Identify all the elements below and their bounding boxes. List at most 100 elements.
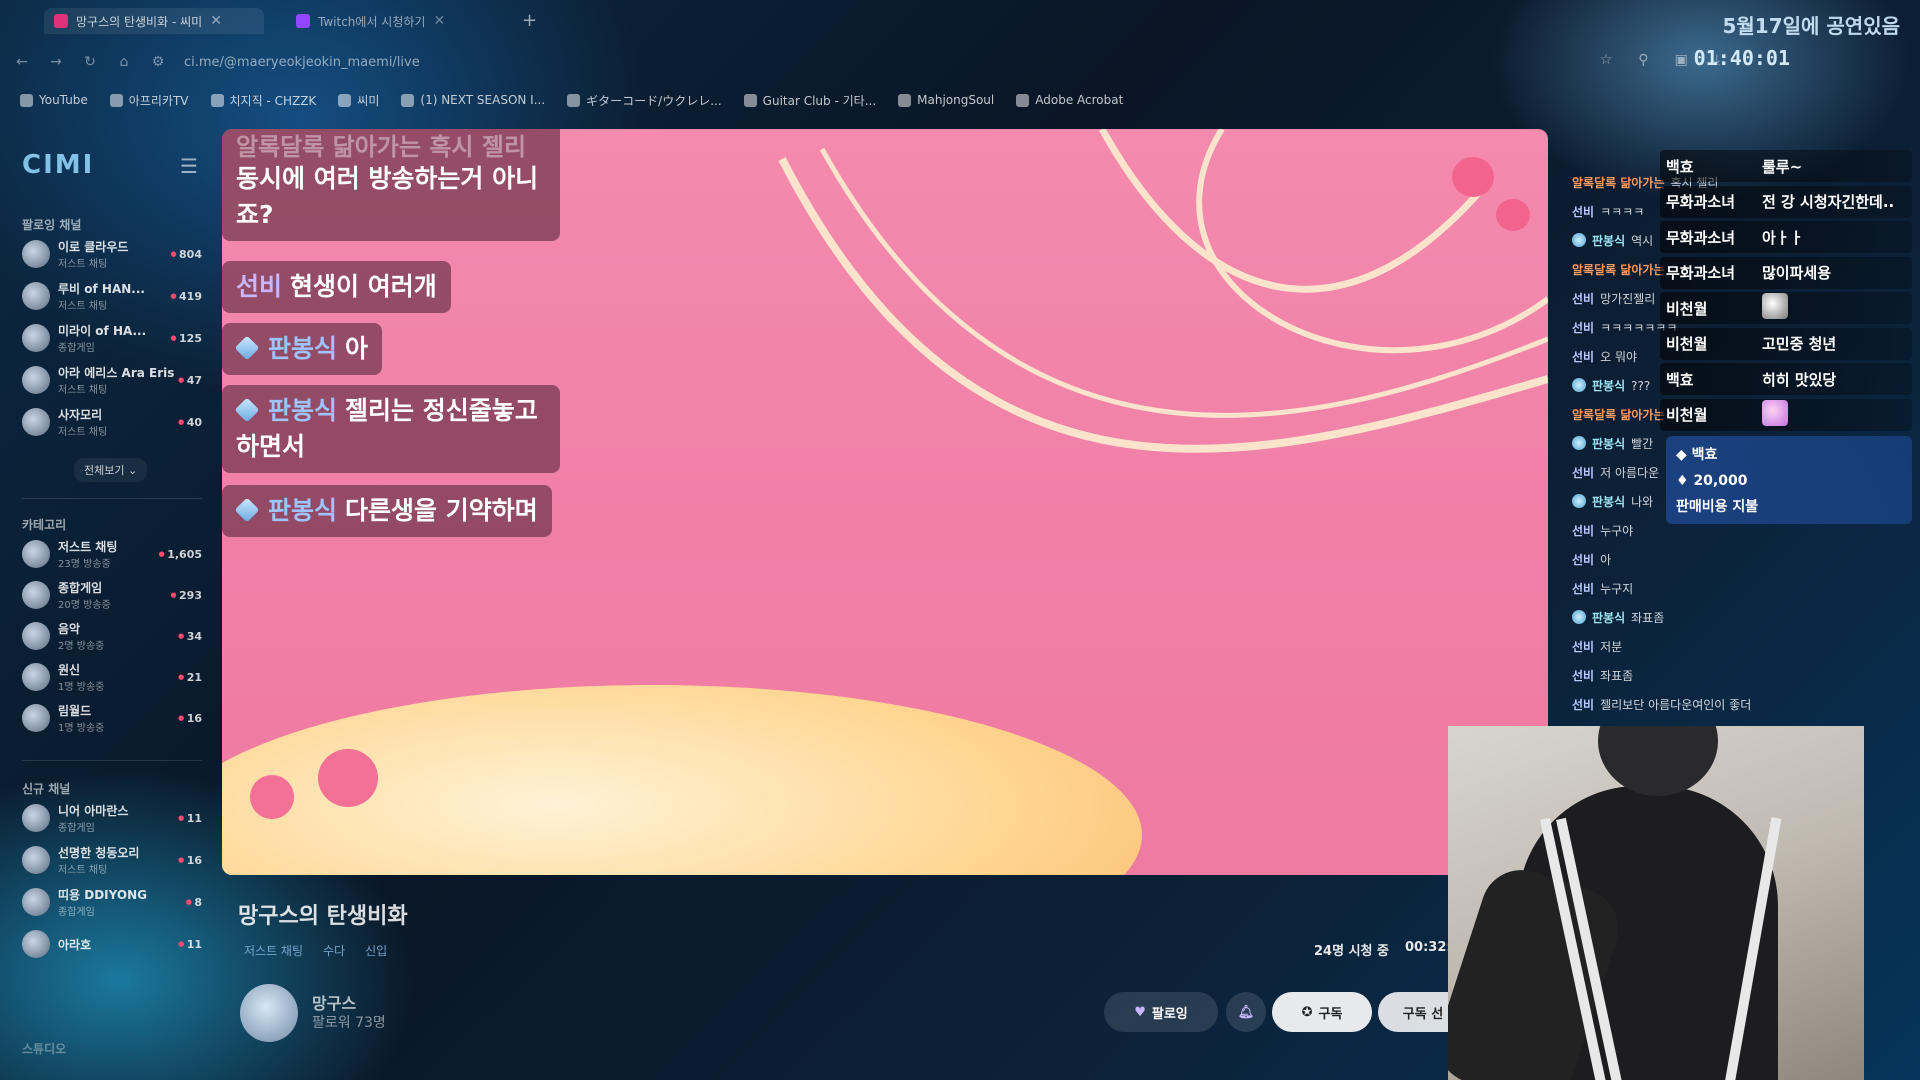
chat-text: ??? [1631,379,1651,393]
tab-inactive[interactable]: Twitch에서 시청하기 ✕ [286,8,510,34]
video-chat-text: 다른생을 기약하며 [345,496,538,525]
close-tab-icon[interactable]: ✕ [433,13,445,29]
viewer-count: 47 [178,374,202,387]
video-chat-message: 선비 현생이 여러개 [222,261,451,313]
avatar [22,846,50,874]
site-info-icon[interactable]: ⚙ [146,54,170,70]
bookmark-item[interactable]: 씨미 [338,92,379,109]
chat-message: 선비 저분 [1572,638,1622,655]
bookmark-item[interactable]: (1) NEXT SEASON I... [401,93,545,107]
chat-username[interactable]: 알록달록 닮아가는 [1572,176,1665,190]
viewer-count: 8 [186,896,202,909]
bookmark-item[interactable]: YouTube [20,93,88,107]
bookmark-favicon-icon [1016,93,1030,107]
donation-message: 히히 맛있당 [1762,370,1837,389]
sidebar-channel-item[interactable]: 선명한 청동오리저스트 채팅16 [22,842,202,878]
avatar [22,704,50,732]
channel-name: 림월드 [58,704,92,718]
reload-icon[interactable]: ↻ [78,54,102,70]
avatar [22,282,50,310]
sidebar-channel-item[interactable]: 미라이 of HA... 종합게임 125 [22,320,202,356]
channel-name: 미라이 of HA... [58,324,147,338]
sidebar-channel-item[interactable]: 원신 1명 방송중 21 [22,659,202,695]
see-all-button[interactable]: 전체보기 ⌄ [74,458,148,482]
donation-row: 비천월 고민중 청년 [1660,327,1912,360]
home-icon[interactable]: ⌂ [112,54,136,70]
streamer-name[interactable]: 망구스 [312,990,356,1014]
bookmark-item[interactable]: ギターコード/ウクレレ... [567,92,722,109]
chat-username[interactable]: 판봉식 [1592,234,1625,248]
cimi-favicon-icon [54,14,68,28]
chat-username[interactable]: 선비 [1572,553,1594,567]
subscribe-button[interactable]: ✪ 구독 [1272,992,1372,1032]
menu-icon[interactable]: ☰ [180,154,198,178]
bookmark-item[interactable]: MahjongSoul [898,93,994,107]
chat-text: 아 [1600,553,1612,567]
chat-username[interactable]: 선비 [1572,640,1594,654]
chat-username[interactable]: 선비 [1572,321,1594,335]
diamond-badge-icon [1572,378,1586,392]
viewer-count: 40 [178,416,202,429]
chat-username[interactable]: 선비 [1572,205,1594,219]
logo[interactable]: CIMI [22,150,94,180]
sidebar-channel-item[interactable]: 음악 2명 방송중 34 [22,618,202,654]
chat-username[interactable]: 선비 [1572,669,1594,683]
bookmark-favicon-icon [210,93,224,107]
chat-username[interactable]: 판봉식 [1592,379,1625,393]
chat-username[interactable]: 선비 [1572,698,1594,712]
streamer-avatar[interactable] [240,984,298,1042]
channel-info: 림월드 1명 방송중 [58,702,178,734]
viewer-count: 804 [170,248,202,261]
chat-username[interactable]: 선비 [1572,350,1594,364]
chat-message: 판봉식 나와 [1572,493,1653,510]
chat-username[interactable]: 선비 [1572,582,1594,596]
sidebar-channel-item[interactable]: 아라호 11 [22,926,202,962]
sidebar-channel-item[interactable]: 아라 에리스 Ara Eris 저스트 채팅 47 [22,362,202,398]
tab-title: 망구스의 탄생비화 - 씨미 [76,14,203,29]
forward-icon[interactable]: → [44,54,68,70]
chat-username[interactable]: 알록달록 닮아가는 [1572,263,1665,277]
bookmark-item[interactable]: 치지직 - CHZZK [210,92,316,109]
close-tab-icon[interactable]: ✕ [210,13,222,29]
sidebar-channel-item[interactable]: 종합게임 20명 방송중 293 [22,577,202,613]
back-icon[interactable]: ← [10,54,34,70]
bookmark-item[interactable]: Guitar Club - 기타... [743,92,876,109]
sidebar-channel-item[interactable]: 사자모리저스트 채팅40 [22,404,202,440]
tag[interactable]: 수다 [323,942,345,959]
tag[interactable]: 저스트 채팅 [244,942,303,959]
channel-subtitle: 1명 방송중 [58,682,105,693]
chat-text: 빨간 [1631,437,1654,451]
chat-username[interactable]: 판봉식 [1592,495,1625,509]
chat-username[interactable]: 선비 [1572,524,1594,538]
chat-username[interactable]: 선비 [1572,466,1594,480]
chat-username[interactable]: 알록달록 닮아가는 [1572,408,1665,422]
url-field[interactable]: ci.me/@maeryeokjeokin_maemi/live [184,55,420,70]
sidebar-channel-item[interactable]: 저스트 채팅 23명 방송중 1,605 [22,536,202,572]
chat-username[interactable]: 판봉식 [1592,437,1625,451]
followed-section-title: 팔로잉 채널 [22,218,82,232]
sidebar-channel-item[interactable]: 루비 of HAN... 저스트 채팅 419 [22,278,202,314]
bookmark-favicon-icon [109,93,123,107]
sidebar: CIMI ☰ 팔로잉 채널 이로 클라우드저스트 채팅804 루비 of HAN.… [0,140,216,1080]
studio-link[interactable]: 스튜디오 [22,1040,66,1057]
new-tab-icon[interactable]: + [522,10,537,31]
viewer-count: 293 [170,589,202,602]
chat-username[interactable]: 판봉식 [1592,611,1625,625]
sidebar-channel-item[interactable]: 이로 클라우드저스트 채팅804 [22,236,202,272]
avatar [22,930,50,958]
notification-bell-button[interactable]: 🔔︎ [1226,992,1266,1032]
sidebar-channel-item[interactable]: 니어 아마란스종합게임11 [22,800,202,836]
channel-subtitle: 저스트 채팅 [58,385,108,396]
channel-name: 사자모리 [58,408,103,422]
sidebar-channel-item[interactable]: 림월드 1명 방송중 16 [22,700,202,736]
video-player[interactable]: 알록달록 닮아가는 혹시 젤리 동시에 여러 방송하는거 아니 죠? 선비 현생이… [222,129,1548,875]
donation-row: 무화과소녀 많이파세용 [1660,256,1912,289]
follow-button[interactable]: ♥ 팔로잉 [1104,992,1218,1032]
tag[interactable]: 신입 [365,942,387,959]
bookmark-item[interactable]: 아프리카TV [109,92,189,109]
tab-active[interactable]: 망구스의 탄생비화 - 씨미 ✕ [44,8,264,34]
chat-username[interactable]: 선비 [1572,292,1594,306]
chat-message: 선비 젤리보단 아름다운여인이 좋더 [1572,696,1751,713]
bookmark-item[interactable]: Adobe Acrobat [1016,93,1123,107]
sidebar-channel-item[interactable]: 띠용 DDIYONG 종합게임 8 [22,884,202,920]
